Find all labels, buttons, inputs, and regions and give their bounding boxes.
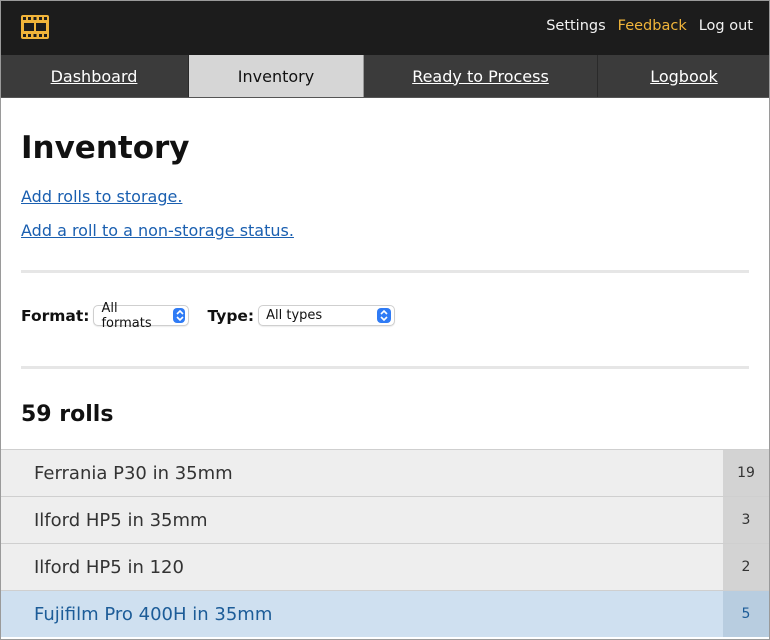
top-bar: Settings Feedback Log out	[0, 0, 770, 55]
roll-count-badge: 3	[723, 497, 769, 543]
logout-link[interactable]: Log out	[699, 18, 753, 34]
tab-dashboard[interactable]: Dashboard	[0, 55, 189, 97]
roll-count-badge: 5	[723, 591, 769, 637]
tab-logbook[interactable]: Logbook	[598, 55, 770, 97]
top-nav: Settings Feedback Log out	[546, 18, 753, 34]
type-select[interactable]: All types	[258, 305, 396, 326]
divider	[21, 270, 749, 273]
format-label: Format:	[21, 306, 90, 325]
roll-count-heading: 59 rolls	[21, 402, 114, 427]
roll-name: Fujifilm Pro 400H in 35mm	[34, 603, 273, 625]
roll-count-badge: 19	[723, 450, 769, 496]
roll-count-badge: 2	[723, 544, 769, 590]
chevron-updown-icon	[172, 308, 186, 323]
roll-name: Ilford HP5 in 120	[34, 556, 184, 578]
list-item[interactable]: Ferrania P30 in 35mm 19	[1, 449, 769, 496]
tab-inventory[interactable]: Inventory	[189, 55, 364, 97]
list-item[interactable]: Ilford HP5 in 120 2	[1, 543, 769, 590]
feedback-link[interactable]: Feedback	[618, 18, 687, 34]
list-item[interactable]: Fujifilm Pro 400H in 35mm 5	[1, 590, 769, 637]
list-item[interactable]: Ilford HP5 in 35mm 3	[1, 496, 769, 543]
format-select-value: All formats	[101, 300, 152, 331]
main-tabs: Dashboard Inventory Ready to Process Log…	[0, 55, 770, 98]
tab-ready-to-process[interactable]: Ready to Process	[364, 55, 598, 97]
film-strip-icon[interactable]	[21, 15, 49, 39]
filter-bar: Format: All formats Type: All types	[21, 301, 396, 331]
roll-name: Ferrania P30 in 35mm	[34, 462, 233, 484]
divider	[21, 366, 749, 369]
roll-name: Ilford HP5 in 35mm	[34, 509, 208, 531]
format-select[interactable]: All formats	[93, 301, 190, 331]
settings-link[interactable]: Settings	[546, 18, 605, 34]
page-title: Inventory	[21, 130, 190, 166]
add-roll-non-storage-link[interactable]: Add a roll to a non-storage status.	[21, 221, 294, 240]
roll-list: Ferrania P30 in 35mm 19 Ilford HP5 in 35…	[1, 449, 769, 637]
add-rolls-to-storage-link[interactable]: Add rolls to storage.	[21, 187, 182, 206]
chevron-updown-icon	[377, 308, 392, 323]
type-select-value: All types	[266, 308, 323, 323]
type-label: Type:	[207, 306, 255, 325]
